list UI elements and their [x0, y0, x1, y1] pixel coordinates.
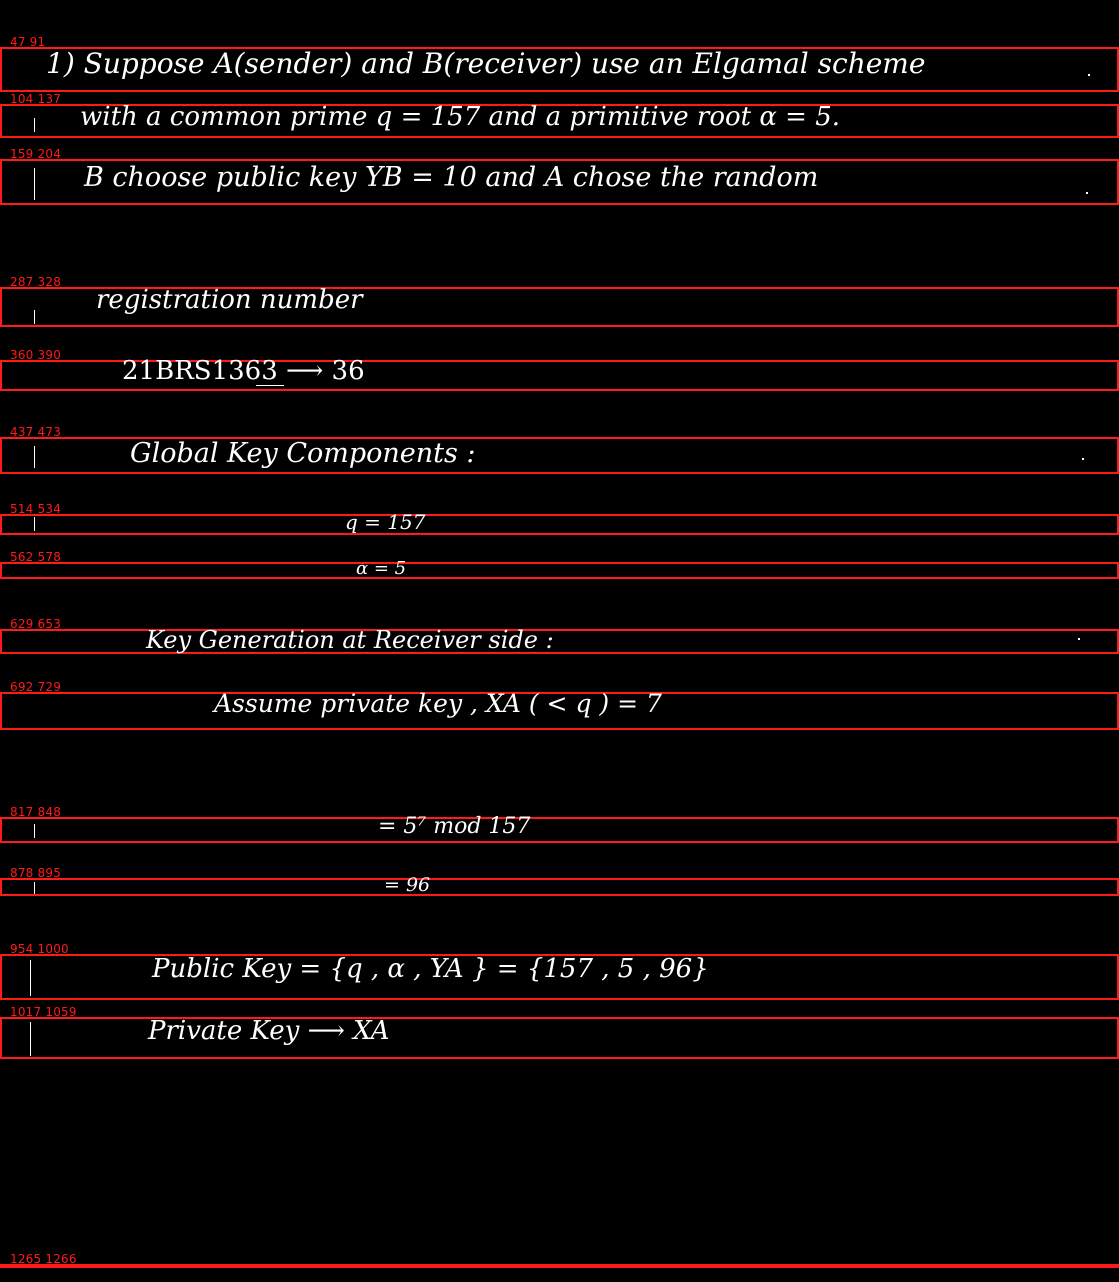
margin-mark: [1078, 638, 1080, 640]
line-coord-label: 1017 1059: [10, 1005, 77, 1019]
handwritten-line: q = 157: [345, 510, 426, 534]
handwritten-line: Public Key = {q , α , YA } = {157 , 5 , …: [152, 954, 709, 984]
margin-mark: [34, 824, 35, 838]
handwritten-line: 1) Suppose A(sender) and B(receiver) use…: [46, 47, 926, 80]
line-coord-label: 159 204: [10, 147, 62, 161]
line-box-8: [0, 562, 1119, 579]
handwritten-line: 21BRS1363 ⟶ 36: [122, 356, 365, 386]
line-coord-label: 437 473: [10, 425, 62, 439]
line-box-11: [0, 817, 1119, 843]
margin-mark: [34, 446, 35, 468]
margin-mark: [34, 882, 35, 894]
margin-mark: [30, 960, 31, 996]
handwritten-line: Global Key Components :: [130, 438, 476, 469]
handwritten-line: Private Key ⟶ XA: [148, 1016, 390, 1046]
margin-mark: [34, 118, 35, 132]
handwritten-line: registration number: [96, 285, 363, 315]
line-coord-label: 104 137: [10, 92, 62, 106]
handwritten-line: = 96: [384, 874, 431, 896]
line-coord-label: 47 91: [10, 35, 46, 49]
line-box-15: [0, 1264, 1119, 1268]
line-coord-label: 817 848: [10, 805, 62, 819]
margin-mark: [34, 310, 35, 324]
margin-mark: [34, 168, 35, 200]
margin-mark: [34, 517, 35, 531]
margin-mark: [1086, 192, 1088, 194]
line-box-12: [0, 878, 1119, 896]
handwritten-line: α = 5: [356, 558, 407, 579]
margin-mark: [1082, 458, 1084, 460]
line-coord-label: 878 895: [10, 866, 62, 880]
line-coord-label: 954 1000: [10, 942, 69, 956]
line-coord-label: 1265 1266: [10, 1252, 77, 1266]
handwritten-page: 47 91 1) Suppose A(sender) and B(receive…: [0, 0, 1119, 1282]
handwritten-line: Assume private key , XA ( < q ) = 7: [214, 689, 662, 718]
handwritten-line: with a common prime q = 157 and a primit…: [80, 102, 841, 132]
handwritten-line: = 5⁷ mod 157: [378, 814, 531, 839]
digit-underline: [256, 385, 284, 386]
line-coord-label: 287 328: [10, 275, 62, 289]
handwritten-line: Key Generation at Receiver side :: [146, 626, 554, 654]
margin-mark: [30, 1022, 31, 1056]
line-coord-label: 692 729: [10, 680, 62, 694]
line-coord-label: 562 578: [10, 550, 62, 564]
handwritten-line: B choose public key YB = 10 and A chose …: [84, 162, 819, 193]
line-coord-label: 629 653: [10, 617, 62, 631]
line-coord-label: 360 390: [10, 348, 62, 362]
line-coord-label: 514 534: [10, 502, 62, 516]
line-box-7: [0, 514, 1119, 535]
margin-mark: [1088, 74, 1090, 76]
